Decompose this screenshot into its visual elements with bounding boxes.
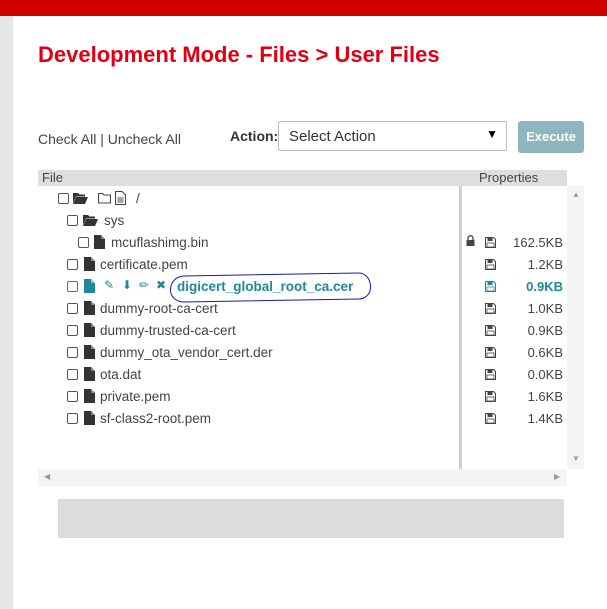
column-header-file: File bbox=[42, 170, 63, 185]
row-size: 0.0KB bbox=[527, 367, 563, 382]
edit-icon[interactable]: ✎ bbox=[104, 278, 114, 292]
folder-icon bbox=[97, 192, 112, 207]
column-header-properties: Properties bbox=[479, 170, 539, 185]
check-separator: | bbox=[96, 131, 108, 147]
row-size: 1.4KB bbox=[527, 411, 563, 426]
floppy-disk-icon[interactable] bbox=[485, 258, 496, 273]
row-name: sf-class2-root.pem bbox=[100, 411, 212, 426]
execute-button[interactable]: Execute bbox=[518, 121, 584, 153]
row-name: ota.dat bbox=[100, 367, 142, 382]
row-name: sys bbox=[104, 213, 125, 228]
floppy-disk-icon[interactable] bbox=[485, 390, 496, 405]
floppy-disk-icon[interactable] bbox=[485, 236, 496, 251]
scroll-up-icon[interactable]: ▲ bbox=[572, 190, 580, 199]
check-all-link[interactable]: Check All bbox=[38, 131, 96, 147]
row-checkbox[interactable] bbox=[58, 193, 69, 204]
lock-icon bbox=[466, 235, 475, 249]
scroll-left-icon[interactable]: ◀ bbox=[44, 472, 50, 481]
row-name: mcuflashimg.bin bbox=[111, 235, 209, 250]
row-checkbox[interactable] bbox=[67, 259, 78, 270]
vertical-scrollbar[interactable]: ▲ ▼ bbox=[567, 186, 584, 469]
file-icon bbox=[94, 235, 105, 252]
floppy-disk-icon[interactable] bbox=[485, 280, 496, 295]
file-table-header: File Properties bbox=[38, 170, 567, 186]
row-name: dummy_ota_vendor_cert.der bbox=[100, 345, 273, 360]
tree-row-file[interactable]: dummy_ota_vendor_cert.der 0.6KB bbox=[38, 343, 563, 363]
annotation-circle bbox=[169, 272, 372, 303]
file-icon bbox=[84, 367, 95, 384]
chevron-down-icon: ▼ bbox=[486, 127, 498, 141]
page-title: Development Mode - Files > User Files bbox=[38, 42, 440, 67]
tree-row-file[interactable]: mcuflashimg.bin 162.5KB bbox=[38, 233, 563, 253]
row-checkbox[interactable] bbox=[67, 325, 78, 336]
floppy-disk-icon[interactable] bbox=[485, 302, 496, 317]
download-icon[interactable]: ⬇ bbox=[122, 278, 132, 292]
uncheck-all-link[interactable]: Uncheck All bbox=[108, 131, 181, 147]
pencil-icon[interactable]: ✏ bbox=[139, 278, 149, 292]
row-size: 0.9KB bbox=[526, 279, 563, 294]
row-checkbox[interactable] bbox=[67, 215, 78, 226]
row-checkbox[interactable] bbox=[78, 237, 89, 248]
floppy-disk-icon[interactable] bbox=[485, 346, 496, 361]
row-checkbox[interactable] bbox=[67, 391, 78, 402]
floppy-disk-icon[interactable] bbox=[485, 412, 496, 427]
file-icon bbox=[84, 345, 95, 362]
tree-row-file[interactable]: sf-class2-root.pem 1.4KB bbox=[38, 409, 563, 429]
tree-row-sys[interactable]: sys bbox=[38, 211, 563, 231]
check-links: Check All | Uncheck All bbox=[38, 131, 181, 147]
row-checkbox[interactable] bbox=[67, 303, 78, 314]
file-icon bbox=[84, 257, 95, 274]
row-name: / bbox=[136, 191, 140, 206]
file-icon bbox=[84, 389, 95, 406]
delete-icon[interactable]: ✖ bbox=[156, 278, 166, 292]
action-select-value: Select Action bbox=[289, 128, 376, 145]
file-text-icon bbox=[114, 190, 127, 208]
row-size: 162.5KB bbox=[513, 235, 563, 250]
file-icon bbox=[84, 411, 95, 428]
top-bar bbox=[0, 0, 607, 16]
output-area bbox=[58, 499, 564, 538]
file-icon bbox=[84, 279, 95, 296]
row-name: certificate.pem bbox=[100, 257, 188, 272]
file-icon bbox=[84, 323, 95, 340]
row-checkbox[interactable] bbox=[67, 369, 78, 380]
file-icon bbox=[84, 301, 95, 318]
scroll-down-icon[interactable]: ▼ bbox=[572, 454, 580, 463]
tree-row-file[interactable]: private.pem 1.6KB bbox=[38, 387, 563, 407]
row-size: 1.6KB bbox=[527, 389, 563, 404]
row-checkbox[interactable] bbox=[67, 347, 78, 358]
action-select[interactable]: Select Action ▼ bbox=[278, 121, 507, 151]
row-size: 0.6KB bbox=[527, 345, 563, 360]
row-size: 1.0KB bbox=[527, 301, 563, 316]
tree-row-file[interactable]: dummy-trusted-ca-cert 0.9KB bbox=[38, 321, 563, 341]
tree-row-file[interactable]: dummy-root-ca-cert 1.0KB bbox=[38, 299, 563, 319]
row-size: 0.9KB bbox=[527, 323, 563, 338]
floppy-disk-icon[interactable] bbox=[485, 324, 496, 339]
action-label: Action: bbox=[230, 128, 279, 144]
tree-row-root[interactable]: / bbox=[38, 189, 563, 209]
tree-row-file[interactable]: certificate.pem 1.2KB bbox=[38, 255, 563, 275]
folder-open-icon bbox=[73, 192, 88, 207]
row-checkbox[interactable] bbox=[67, 281, 78, 292]
folder-open-icon bbox=[83, 214, 98, 229]
tree-row-file[interactable]: ota.dat 0.0KB bbox=[38, 365, 563, 385]
horizontal-scrollbar[interactable]: ◀ ▶ bbox=[38, 469, 567, 486]
row-name: dummy-root-ca-cert bbox=[100, 301, 218, 316]
left-strip bbox=[0, 16, 13, 609]
row-checkbox[interactable] bbox=[67, 413, 78, 424]
scroll-right-icon[interactable]: ▶ bbox=[554, 472, 560, 481]
row-name: private.pem bbox=[100, 389, 171, 404]
row-name: dummy-trusted-ca-cert bbox=[100, 323, 236, 338]
row-size: 1.2KB bbox=[527, 257, 563, 272]
floppy-disk-icon[interactable] bbox=[485, 368, 496, 383]
